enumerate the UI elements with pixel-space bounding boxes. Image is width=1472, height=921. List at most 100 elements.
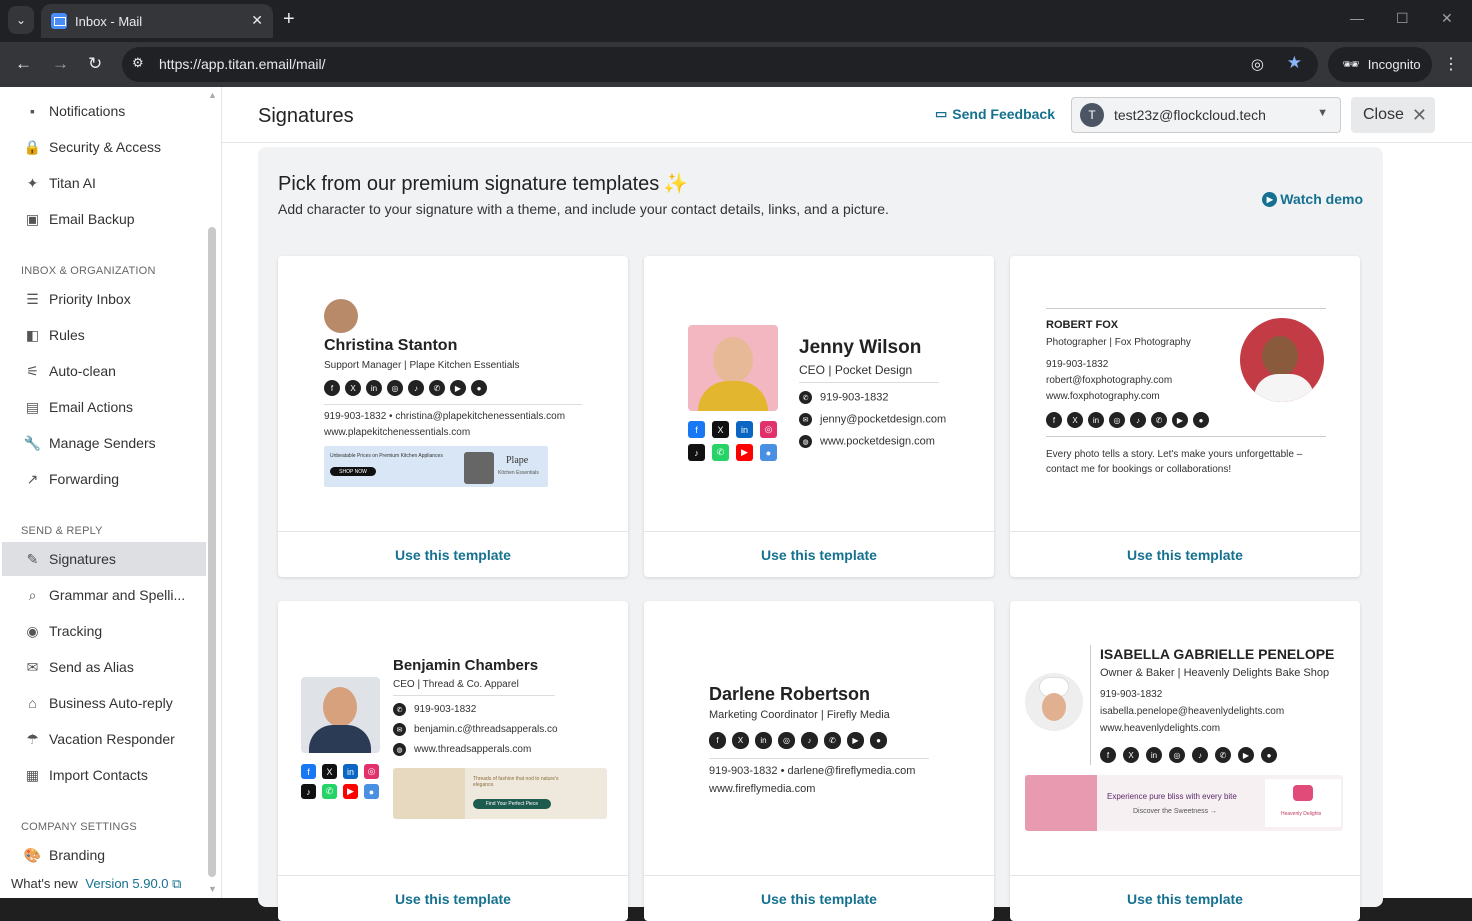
template-card-christina[interactable]: Christina Stanton Support Manager | Plap… bbox=[278, 256, 628, 577]
account-email: test23z@flockcloud.tech bbox=[1114, 107, 1266, 123]
section-company-settings: COMPANY SETTINGS bbox=[21, 821, 137, 833]
sig-company: Thread & Co. Apparel bbox=[422, 679, 519, 690]
watch-demo-link[interactable]: ▶ Watch demo bbox=[1262, 191, 1363, 207]
back-icon[interactable]: ← bbox=[15, 54, 32, 74]
sig-email: benjamin.c@threadsapperals.co bbox=[414, 724, 558, 736]
account-selector[interactable]: T test23z@flockcloud.tech ▼ bbox=[1071, 97, 1341, 133]
sidebar-item-notifications[interactable]: ▪ Notifications bbox=[2, 94, 206, 128]
banner-shop-button: SHOP NOW bbox=[330, 467, 376, 476]
template-card-darlene[interactable]: Darlene Robertson Marketing Coordinator … bbox=[644, 601, 994, 921]
social-icons-row2: ♪ ✆ ▶ ● bbox=[301, 784, 379, 799]
use-template-button[interactable]: Use this template bbox=[278, 875, 628, 921]
instagram-icon: ◎ bbox=[760, 421, 777, 438]
sidebar-item-titan-ai[interactable]: ✦ Titan AI bbox=[2, 166, 206, 200]
sig-website-row: ◍ www.pocketdesign.com bbox=[799, 435, 935, 448]
tab-search-button[interactable]: ⌄ bbox=[8, 6, 34, 34]
scroll-up-icon[interactable]: ▲ bbox=[208, 90, 217, 100]
use-template-button[interactable]: Use this template bbox=[278, 531, 628, 577]
use-template-button[interactable]: Use this template bbox=[644, 875, 994, 921]
banner-text: Unbeatable Prices on Premium Kitchen App… bbox=[330, 453, 443, 459]
use-template-button[interactable]: Use this template bbox=[1010, 875, 1360, 921]
divider bbox=[324, 404, 582, 405]
site-info-icon[interactable]: ⚙ bbox=[132, 55, 150, 73]
template-card-benjamin[interactable]: Benjamin Chambers CEO | Thread & Co. App… bbox=[278, 601, 628, 921]
sidebar-item-forwarding[interactable]: ↗ Forwarding bbox=[2, 462, 206, 496]
sig-phone-row: ✆ 919-903-1832 bbox=[393, 703, 476, 716]
sidebar-item-label: Forwarding bbox=[49, 471, 120, 487]
photo-face bbox=[1262, 336, 1298, 376]
play-icon: ▶ bbox=[1262, 191, 1278, 207]
sig-role: Photographer bbox=[1046, 337, 1107, 348]
sig-name: Jenny Wilson bbox=[799, 337, 922, 358]
banner-brand-sub: Kitchen Essentials bbox=[498, 470, 539, 476]
sig-email-row: ✉ benjamin.c@threadsapperals.co bbox=[393, 723, 558, 736]
template-card-jenny[interactable]: Jenny Wilson CEO | Pocket Design ✆ 919-90… bbox=[644, 256, 994, 577]
sidebar-item-priority-inbox[interactable]: ☰ Priority Inbox bbox=[2, 282, 206, 316]
use-template-button[interactable]: Use this template bbox=[644, 531, 994, 577]
social-icons: f Xin ◎ ♪ ✆ ▶ ● bbox=[324, 380, 487, 396]
banner-sub: Discover the Sweetness → bbox=[1133, 808, 1218, 815]
window-close-icon[interactable]: ✕ bbox=[1441, 10, 1453, 27]
scroll-down-icon[interactable]: ▼ bbox=[208, 884, 217, 894]
sig-email: christina@plapekitchenessentials.com bbox=[395, 411, 566, 422]
photo-shirt bbox=[698, 381, 768, 411]
sidebar-item-send-as-alias[interactable]: ✉ Send as Alias bbox=[2, 650, 206, 684]
sidebar-item-security[interactable]: 🔒 Security & Access bbox=[2, 130, 206, 164]
close-button[interactable]: Close ✕ bbox=[1351, 97, 1435, 133]
forward-icon[interactable]: → bbox=[52, 54, 69, 74]
profile-photo bbox=[1025, 673, 1083, 731]
sig-company: Heavenly Delights Bake Shop bbox=[1183, 667, 1330, 679]
incognito-badge[interactable]: 🕶 Incognito bbox=[1328, 47, 1432, 82]
forward-icon: ↗ bbox=[26, 470, 39, 487]
sidebar-scrollbar[interactable] bbox=[208, 227, 216, 877]
sig-website: www.pocketdesign.com bbox=[820, 435, 935, 448]
version-link[interactable]: Version 5.90.0 ⧉ bbox=[85, 876, 181, 891]
template-card-robert[interactable]: ROBERT FOX Photographer | Fox Photograph… bbox=[1010, 256, 1360, 577]
template-card-isabella[interactable]: ISABELLA GABRIELLE PENELOPE Owner & Bake… bbox=[1010, 601, 1360, 921]
x-icon: X bbox=[345, 380, 361, 396]
sidebar-item-manage-senders[interactable]: 🔧 Manage Senders bbox=[2, 426, 206, 460]
use-template-button[interactable]: Use this template bbox=[1010, 531, 1360, 577]
url-text[interactable]: https://app.titan.email/mail/ bbox=[159, 56, 326, 72]
sidebar-item-rules[interactable]: ◧ Rules bbox=[2, 318, 206, 352]
address-bar-row: ← → ↻ ⚙ https://app.titan.email/mail/ ◎ … bbox=[0, 42, 1472, 87]
tab-close-icon[interactable]: ✕ bbox=[251, 12, 263, 29]
sidebar-item-branding[interactable]: 🎨 Branding bbox=[2, 838, 206, 872]
facebook-icon: f bbox=[324, 380, 340, 396]
browser-tab[interactable]: Inbox - Mail ✕ bbox=[41, 4, 273, 38]
social-icons: f Xin ◎ ♪ ✆ ▶ ● bbox=[709, 732, 887, 749]
sig-website: www.threadsapperals.com bbox=[414, 744, 532, 756]
linkedin-icon: in bbox=[736, 421, 753, 438]
sidebar-item-import-contacts[interactable]: ▦ Import Contacts bbox=[2, 758, 206, 792]
minimize-icon[interactable]: — bbox=[1350, 10, 1364, 26]
sig-title: Owner & Baker | Heavenly Delights Bake S… bbox=[1100, 667, 1330, 679]
sidebar-item-tracking[interactable]: ◉ Tracking bbox=[2, 614, 206, 648]
sidebar-item-auto-clean[interactable]: ⚟ Auto-clean bbox=[2, 354, 206, 388]
send-feedback-link[interactable]: ▭ Send Feedback bbox=[935, 106, 1055, 122]
sidebar-item-email-backup[interactable]: ▣ Email Backup bbox=[2, 202, 206, 236]
maximize-icon[interactable]: ☐ bbox=[1396, 10, 1409, 27]
bookmark-star-icon[interactable]: ★ bbox=[1287, 53, 1302, 73]
templates-subtitle: Add character to your signature with a t… bbox=[278, 201, 889, 217]
location-icon: ● bbox=[760, 444, 777, 461]
new-tab-button[interactable]: + bbox=[283, 8, 295, 30]
sidebar-item-email-actions[interactable]: ▤ Email Actions bbox=[2, 390, 206, 424]
browser-menu-icon[interactable]: ⋮ bbox=[1443, 54, 1459, 74]
sidebar-item-label: Grammar and Spelli... bbox=[49, 587, 186, 603]
omnibox[interactable]: ⚙ https://app.titan.email/mail/ ◎ ★ bbox=[122, 47, 1318, 82]
sidebar-item-vacation-responder[interactable]: ☂ Vacation Responder bbox=[2, 722, 206, 756]
tracking-blocked-icon[interactable]: ◎ bbox=[1251, 55, 1264, 73]
sidebar-item-label: Send as Alias bbox=[49, 659, 134, 675]
sig-name: ROBERT FOX bbox=[1046, 319, 1119, 331]
actions-icon: ▤ bbox=[25, 398, 40, 415]
sidebar-item-signatures[interactable]: ✎ Signatures bbox=[2, 542, 206, 576]
templates-panel: Pick from our premium signature template… bbox=[258, 147, 1383, 921]
sig-website-row: ◍ www.threadsapperals.com bbox=[393, 743, 531, 756]
external-link-icon: ⧉ bbox=[172, 876, 182, 891]
templates-title: Pick from our premium signature template… bbox=[278, 171, 688, 196]
grammar-icon: ⌕ bbox=[28, 586, 37, 603]
reload-icon[interactable]: ↻ bbox=[88, 54, 102, 74]
sidebar-item-grammar[interactable]: ⌕ Grammar and Spelli... bbox=[2, 578, 206, 612]
promo-banner: Experience pure bliss with every bite Di… bbox=[1025, 775, 1343, 831]
sidebar-item-business-auto-reply[interactable]: ⌂ Business Auto-reply bbox=[2, 686, 206, 720]
